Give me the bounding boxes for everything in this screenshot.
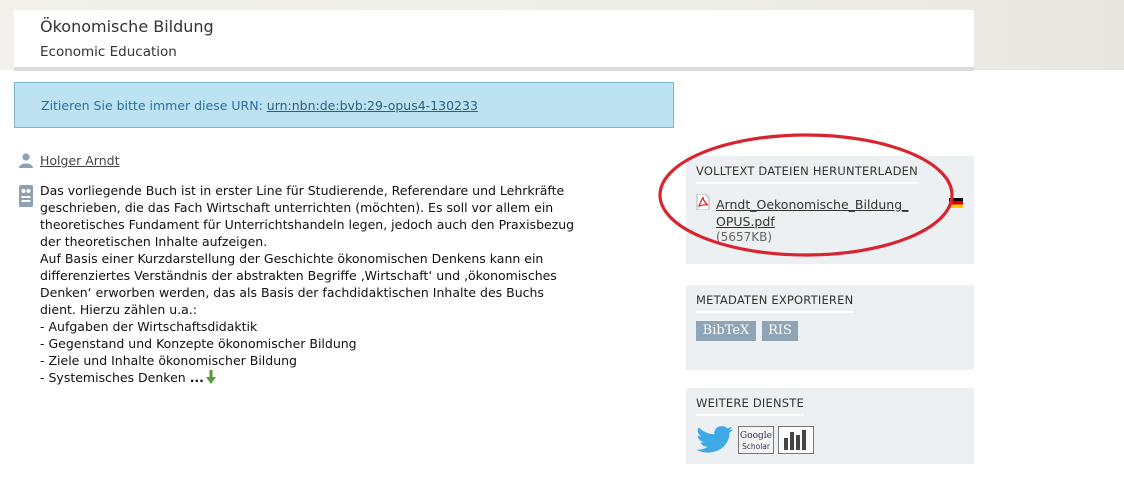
export-panel: METADATEN EXPORTIEREN BibTeX RIS <box>686 285 974 370</box>
abstract-line: der theoretischen Inhalte aufzeigen. <box>40 234 268 249</box>
file-size: (5657KB) <box>716 230 773 244</box>
flag-germany-icon <box>949 198 963 208</box>
urn-citation-box: Zitieren Sie bitte immer diese URN: urn:… <box>14 82 674 128</box>
document-subtitle: Economic Education <box>40 44 177 60</box>
abstract-text: Das vorliegende Buch ist in erster Line … <box>40 182 600 386</box>
abstract-line: - Ziele und Inhalte ökonomischer Bildung <box>40 353 297 368</box>
bibtex-button[interactable]: BibTeX <box>696 321 756 341</box>
abstract-line: differenziertes Verständnis der abstrakt… <box>40 268 557 283</box>
services-panel-title: WEITERE DIENSTE <box>696 396 804 416</box>
google-scholar-icon[interactable]: Google Scholar <box>738 426 774 454</box>
twitter-icon[interactable] <box>696 424 736 454</box>
abstract-line: geschrieben, die das Fach Wirtschaft unt… <box>40 200 554 215</box>
abstract-line: - Systemisches Denken <box>40 370 186 385</box>
abstract-line: theoretisches Fundament für Unterrichtsh… <box>40 217 575 232</box>
file-download-link[interactable]: Arndt_Oekonomische_Bildung_ OPUS.pdf <box>716 196 926 230</box>
pdf-icon[interactable] <box>696 194 710 210</box>
abstract-last-line: - Systemisches Denken ... <box>40 369 600 386</box>
document-header: Ökonomische Bildung Economic Education <box>14 10 974 71</box>
services-panel: WEITERE DIENSTE Google Scholar <box>686 388 974 464</box>
abstract-line: - Gegenstand und Konzepte ökonomischer B… <box>40 336 357 351</box>
download-panel: VOLLTEXT DATEIEN HERUNTERLADEN Arndt_Oek… <box>686 156 974 264</box>
abstract-line: Auf Basis einer Kurzdarstellung der Gesc… <box>40 251 544 266</box>
urn-link[interactable]: urn:nbn:de:bvb:29-opus4-130233 <box>267 98 478 113</box>
document-title: Ökonomische Bildung <box>40 17 214 36</box>
file-name-line1[interactable]: Arndt_Oekonomische_Bildung_ <box>716 197 908 212</box>
abstract-line: - Aufgaben der Wirtschaftsdidaktik <box>40 319 258 334</box>
arrow-down-icon[interactable] <box>205 370 216 384</box>
author-link[interactable]: Holger Arndt <box>40 153 120 168</box>
abstract-line: dient. Hierzu zählen u.a.: <box>40 302 197 317</box>
person-icon <box>19 153 33 168</box>
abstract-line: Denken‘ erworben werden, das als Basis d… <box>40 285 544 300</box>
statistics-icon[interactable] <box>778 426 814 454</box>
more-link[interactable]: ... <box>190 370 204 385</box>
urn-line: Zitieren Sie bitte immer diese URN: urn:… <box>41 98 478 113</box>
svg-text:Google: Google <box>740 431 772 441</box>
export-panel-title: METADATEN EXPORTIEREN <box>696 293 854 313</box>
ris-button[interactable]: RIS <box>762 321 798 341</box>
urn-label: Zitieren Sie bitte immer diese URN: <box>41 98 263 113</box>
abstract-line: Das vorliegende Buch ist in erster Line … <box>40 183 565 198</box>
file-name-line2[interactable]: OPUS.pdf <box>716 214 775 229</box>
svg-text:Scholar: Scholar <box>742 442 771 451</box>
download-panel-title: VOLLTEXT DATEIEN HERUNTERLADEN <box>696 164 918 184</box>
abstract-icon <box>19 185 33 207</box>
